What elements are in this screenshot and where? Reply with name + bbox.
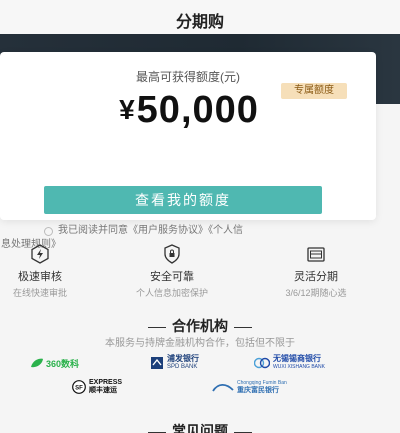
page-title: 分期购 bbox=[175, 14, 224, 31]
shield-lock-icon bbox=[162, 244, 182, 264]
feature-subtitle: 个人信息加密保护 bbox=[135, 288, 208, 298]
feature-secure: 安全可靠 个人信息加密保护 bbox=[112, 244, 232, 299]
features-row: 极速审核 在线快速审批 安全可靠 个人信息加密保护 灵活分期 3/6/12期随心… bbox=[0, 244, 400, 304]
partner-name: 无锡锡商银行 bbox=[273, 354, 321, 363]
partner-name-en: EXPRESS bbox=[89, 379, 123, 386]
partner-logo-xishang: 无锡锡商银行 WUXI XISHANG BANK bbox=[254, 354, 325, 370]
partner-name-en: Chongqing Fumin Ban bbox=[237, 380, 287, 386]
partners-title: 合作机构 bbox=[172, 318, 228, 334]
fumin-bank-icon bbox=[212, 383, 234, 392]
feature-fast-review: 极速审核 在线快速审批 bbox=[0, 244, 100, 299]
partners-heading: 合作机构 bbox=[0, 316, 400, 336]
feature-title: 安全可靠 bbox=[150, 271, 194, 283]
partner-name: 浦发银行 bbox=[167, 354, 199, 363]
credit-limit-card: 最高可获得额度(元) 专属额度 ¥ 50,000 查看我的额度 我已阅读并同意《… bbox=[0, 52, 376, 250]
partner-logo-sf: SF EXPRESS 顺丰速运 bbox=[72, 379, 123, 394]
amount-value: 50,000 bbox=[136, 88, 259, 131]
feature-subtitle: 3/6/12期随心选 bbox=[285, 288, 347, 298]
sf-express-icon: SF bbox=[72, 380, 86, 394]
spd-bank-icon bbox=[151, 357, 163, 369]
heading-rule-right bbox=[234, 326, 252, 328]
top-bar: 分期购 bbox=[0, 0, 400, 34]
feature-flexible: 灵活分期 3/6/12期随心选 bbox=[256, 244, 376, 299]
partner-name-en: WUXI XISHANG BANK bbox=[273, 364, 325, 370]
svg-text:SF: SF bbox=[75, 386, 83, 392]
partner-logo-spd: 浦发银行 SPD BANK bbox=[150, 354, 199, 370]
agreement-text-line1[interactable]: 我已阅读并同意《用户服务协议》《个人信 bbox=[58, 224, 243, 238]
leaf-icon bbox=[31, 358, 43, 368]
partner-logo-fumin: Chongqing Fumin Ban 重庆富民银行 bbox=[212, 380, 287, 394]
partner-logo-360: 360数科 bbox=[30, 356, 79, 370]
feature-title: 极速审核 bbox=[18, 271, 62, 283]
partner-name: 重庆富民银行 bbox=[237, 387, 279, 394]
faq-title: 常见问题 bbox=[172, 423, 228, 433]
view-limit-button[interactable]: 查看我的额度 bbox=[44, 186, 322, 214]
limit-amount: ¥ 50,000 bbox=[84, 88, 294, 131]
faq-heading: 常见问题 bbox=[0, 421, 400, 433]
calendar-card-icon bbox=[306, 244, 326, 264]
partner-name: 顺丰速运 bbox=[89, 387, 117, 394]
lightning-icon bbox=[30, 244, 50, 264]
xishang-bank-icon bbox=[254, 357, 270, 369]
feature-subtitle: 在线快速审批 bbox=[12, 288, 67, 298]
partner-name-en: SPD BANK bbox=[167, 364, 198, 370]
agree-radio[interactable] bbox=[44, 227, 53, 236]
partners-subtitle: 本服务与持牌金融机构合作，包括但不限于 bbox=[105, 338, 295, 349]
currency-symbol: ¥ bbox=[119, 94, 135, 125]
partner-name: 360数科 bbox=[46, 358, 80, 369]
feature-title: 灵活分期 bbox=[294, 271, 338, 283]
heading-rule-left bbox=[148, 326, 166, 328]
